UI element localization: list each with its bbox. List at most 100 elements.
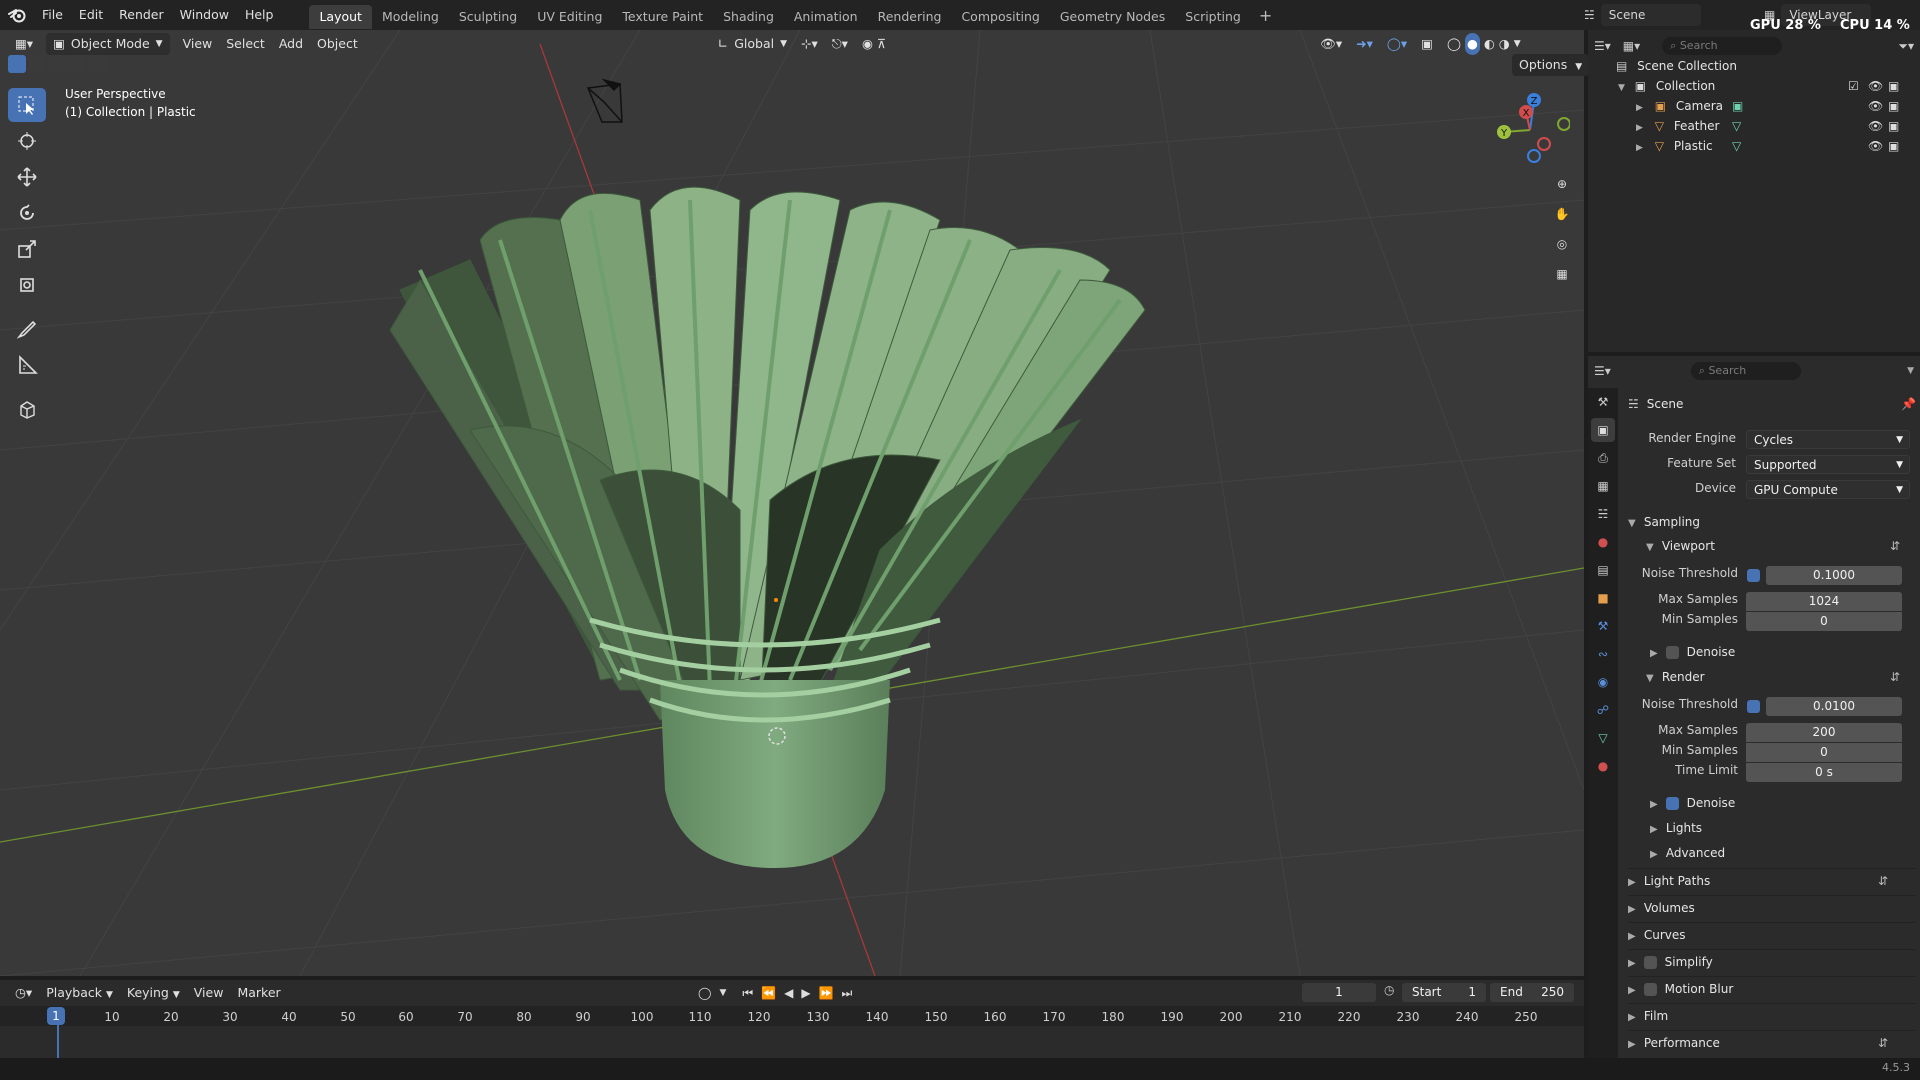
jump-start-icon[interactable]: ⏮ bbox=[742, 986, 753, 1001]
menu-window[interactable]: Window bbox=[172, 0, 237, 30]
material-tab-icon[interactable]: ● bbox=[1591, 754, 1615, 778]
physics-tab-icon[interactable]: ◉ bbox=[1591, 670, 1615, 694]
playhead-line[interactable] bbox=[57, 1025, 59, 1058]
orientation-selector[interactable]: ∟ Global ▼ bbox=[711, 33, 794, 55]
simplify-checkbox[interactable] bbox=[1643, 956, 1657, 969]
view-layer-tab-icon[interactable]: ▦ bbox=[1591, 474, 1615, 498]
tab-animation[interactable]: Animation bbox=[784, 5, 868, 29]
xray-icon[interactable]: ▣ bbox=[1414, 33, 1440, 55]
render-min-samples-field[interactable]: 0 bbox=[1746, 743, 1902, 762]
play-icon[interactable]: ▶ bbox=[801, 986, 810, 1000]
3d-viewport[interactable] bbox=[0, 30, 1584, 976]
select-intersect-icon[interactable] bbox=[88, 55, 106, 73]
light-paths-panel[interactable]: ▶ Light Paths ⇵ bbox=[1628, 868, 1916, 892]
chevron-right-icon[interactable]: ▶ bbox=[1636, 143, 1643, 153]
play-reverse-icon[interactable]: ◀ bbox=[784, 986, 793, 1000]
film-panel[interactable]: ▶ Film bbox=[1628, 1003, 1916, 1027]
data-tab-icon[interactable]: ▽ bbox=[1591, 726, 1615, 750]
transform-tool[interactable] bbox=[8, 268, 46, 302]
tab-shading[interactable]: Shading bbox=[713, 5, 784, 29]
menu-marker[interactable]: Marker bbox=[230, 982, 287, 1004]
render-camera-icon[interactable]: ▣ bbox=[1888, 116, 1899, 136]
viewport-noise-threshold-field[interactable]: 0.1000 bbox=[1766, 566, 1902, 585]
feature-set-dropdown[interactable]: Supported ▼ bbox=[1746, 455, 1910, 474]
menu-help[interactable]: Help bbox=[237, 0, 282, 30]
menu-edit[interactable]: Edit bbox=[71, 0, 111, 30]
pin-icon[interactable]: 📌 bbox=[1901, 397, 1916, 411]
presets-icon[interactable]: ⇵ bbox=[1890, 536, 1900, 556]
gizmo-toggle-icon[interactable]: ➜▾ bbox=[1349, 33, 1380, 55]
render-noise-threshold-field[interactable]: 0.0100 bbox=[1766, 697, 1902, 716]
render-denoise-checkbox[interactable] bbox=[1665, 797, 1679, 810]
next-keyframe-icon[interactable]: ⏩ bbox=[819, 986, 834, 1000]
render-camera-icon[interactable]: ▣ bbox=[1888, 96, 1899, 116]
outliner-row-feather[interactable]: ▶ ▽ Feather ▽ 👁 ▣ bbox=[1636, 116, 1918, 136]
outliner-row-plastic[interactable]: ▶ ▽ Plastic ▽ 👁 ▣ bbox=[1636, 136, 1918, 156]
visibility-icon[interactable]: 👁▾ bbox=[1313, 33, 1349, 55]
start-frame-field[interactable]: Start 1 bbox=[1402, 983, 1486, 1002]
output-tab-icon[interactable]: ⎙ bbox=[1591, 446, 1615, 470]
chevron-down-icon[interactable]: ▼ bbox=[1514, 33, 1521, 55]
render-engine-dropdown[interactable]: Cycles ▼ bbox=[1746, 430, 1910, 449]
tab-compositing[interactable]: Compositing bbox=[951, 5, 1049, 29]
motion-blur-checkbox[interactable] bbox=[1643, 983, 1657, 996]
select-new-icon[interactable] bbox=[8, 55, 26, 73]
add-workspace-icon[interactable]: + bbox=[1251, 6, 1280, 25]
eye-icon[interactable]: 👁 bbox=[1868, 76, 1883, 96]
menu-file[interactable]: File bbox=[34, 0, 71, 30]
menu-select[interactable]: Select bbox=[219, 33, 272, 55]
collection-tab-icon[interactable]: ▤ bbox=[1591, 558, 1615, 582]
preview-range-icon[interactable]: ◷ bbox=[1384, 983, 1394, 997]
snap-icon[interactable]: ⎋▾ bbox=[825, 33, 855, 55]
presets-icon[interactable]: ⇵ bbox=[1878, 869, 1888, 893]
pivot-icon[interactable]: ⊹▾ bbox=[794, 33, 825, 55]
motion-blur-panel[interactable]: ▶ Motion Blur bbox=[1628, 976, 1916, 1000]
material-shading-icon[interactable]: ◐ bbox=[1484, 33, 1495, 55]
prev-keyframe-icon[interactable]: ⏪ bbox=[761, 986, 776, 1000]
mode-selector[interactable]: ▣ Object Mode ▼ bbox=[46, 33, 170, 55]
render-camera-icon[interactable]: ▣ bbox=[1888, 76, 1899, 96]
rotate-tool[interactable] bbox=[8, 196, 46, 230]
viewport-min-samples-field[interactable]: 0 bbox=[1746, 612, 1902, 631]
properties-editor-icon[interactable]: ☰▾ bbox=[1594, 364, 1611, 378]
wireframe-shading-icon[interactable]: ◯ bbox=[1447, 33, 1461, 55]
display-mode-icon[interactable]: ▦▾ bbox=[1623, 39, 1640, 53]
filter-icon[interactable]: ⏷▾ bbox=[1898, 39, 1914, 54]
render-subpanel-header[interactable]: ▼ Render ⇵ bbox=[1646, 667, 1916, 687]
chevron-right-icon[interactable]: ▶ bbox=[1636, 103, 1643, 113]
outliner-row-camera[interactable]: ▶ ▣ Camera ▣ 👁 ▣ bbox=[1636, 96, 1918, 116]
render-noise-threshold-checkbox[interactable] bbox=[1747, 700, 1760, 713]
auto-keying-icon[interactable]: ◯ bbox=[698, 986, 711, 1000]
select-subtract-icon[interactable] bbox=[48, 55, 66, 73]
sampling-panel-header[interactable]: ▼ Sampling bbox=[1628, 510, 1916, 534]
ortho-toggle-icon[interactable]: ▦ bbox=[1550, 262, 1574, 286]
render-time-limit-field[interactable]: 0 s bbox=[1746, 763, 1902, 782]
options-button[interactable]: Options ▼ bbox=[1512, 54, 1590, 76]
tab-modeling[interactable]: Modeling bbox=[372, 5, 449, 29]
measure-tool[interactable] bbox=[8, 348, 46, 382]
shading-modes[interactable]: ◯ ● ◐ ◑ ▼ bbox=[1440, 33, 1528, 55]
pan-hand-icon[interactable]: ✋ bbox=[1550, 202, 1574, 226]
presets-icon[interactable]: ⇵ bbox=[1878, 1031, 1888, 1055]
select-invert-icon[interactable] bbox=[68, 55, 86, 73]
timeline-editor-icon[interactable]: ◷▾ bbox=[8, 982, 39, 1004]
tab-geometry-nodes[interactable]: Geometry Nodes bbox=[1050, 5, 1175, 29]
render-max-samples-field[interactable]: 200 bbox=[1746, 723, 1902, 742]
editor-type-icon[interactable]: ▦▾ bbox=[8, 33, 40, 55]
proportional-edit-icon[interactable]: ◉ ⊼ bbox=[855, 33, 893, 55]
curves-panel[interactable]: ▶ Curves bbox=[1628, 922, 1916, 946]
scene-name[interactable]: Scene bbox=[1600, 4, 1701, 26]
tab-rendering[interactable]: Rendering bbox=[868, 5, 952, 29]
particles-tab-icon[interactable]: ∾ bbox=[1591, 642, 1615, 666]
outliner-row-collection[interactable]: ▼ ▣ Collection ☑ 👁 ▣ bbox=[1618, 76, 1918, 96]
tab-scripting[interactable]: Scripting bbox=[1175, 5, 1251, 29]
tab-layout[interactable]: Layout bbox=[309, 4, 372, 29]
menu-render[interactable]: Render bbox=[111, 0, 172, 30]
checkbox-icon[interactable]: ☑ bbox=[1848, 76, 1859, 96]
properties-search[interactable]: ⌕ Search bbox=[1690, 362, 1801, 380]
modifier-tab-icon[interactable]: ⚒ bbox=[1591, 614, 1615, 638]
world-tab-icon[interactable]: ● bbox=[1591, 530, 1615, 554]
menu-object[interactable]: Object bbox=[310, 33, 365, 55]
menu-view[interactable]: View bbox=[176, 33, 220, 55]
viewport-denoise-checkbox[interactable] bbox=[1665, 646, 1679, 659]
